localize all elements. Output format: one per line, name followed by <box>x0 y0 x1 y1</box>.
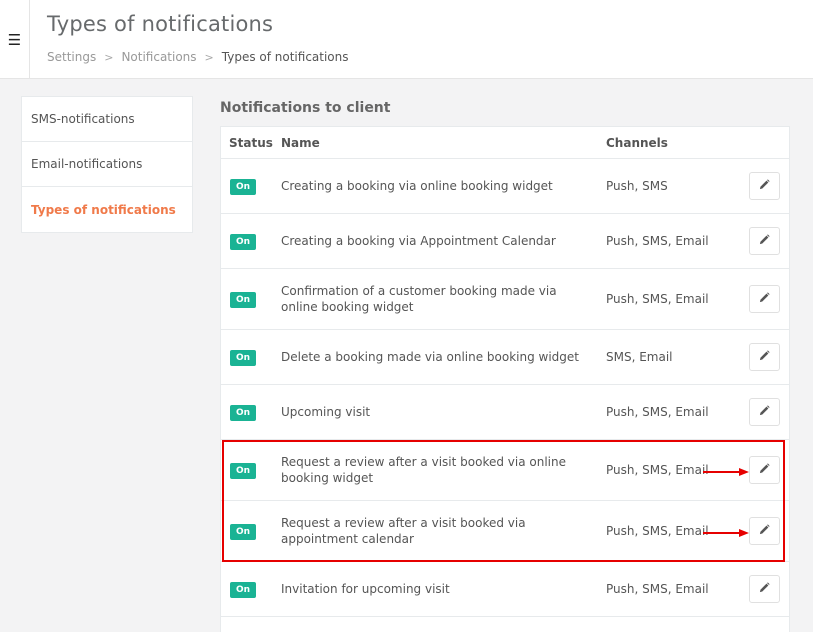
notification-name: Creating a booking via online booking wi… <box>281 179 553 193</box>
table-header: Status Name Channels <box>221 127 789 159</box>
pencil-icon <box>759 405 770 419</box>
column-header-channels: Channels <box>606 135 668 150</box>
notifications-table: Status Name Channels On Creating a bookin… <box>220 126 790 632</box>
settings-sidebar: SMS-notifications Email-notifications Ty… <box>21 96 193 233</box>
hamburger-icon[interactable]: ☰ <box>0 0 30 79</box>
top-bar: ☰ Types of notifications Settings > Noti… <box>0 0 813 79</box>
edit-button[interactable] <box>749 343 780 371</box>
edit-button[interactable] <box>749 575 780 603</box>
notification-name: Upcoming visit <box>281 405 371 419</box>
section-title: Notifications to client <box>220 100 391 116</box>
status-toggle[interactable]: On <box>230 404 257 421</box>
status-toggle[interactable]: On <box>230 581 257 598</box>
pencil-icon <box>759 524 770 538</box>
annotation-arrow <box>703 529 749 537</box>
edit-button[interactable] <box>749 227 780 255</box>
table-row: On Creating a booking via online booking … <box>221 159 789 214</box>
pencil-icon <box>759 292 770 306</box>
notification-channels: Push, SMS, Email <box>606 582 709 596</box>
notification-channels: SMS, Email <box>606 350 673 364</box>
pencil-icon <box>759 463 770 477</box>
notification-name: Request a review after a visit booked vi… <box>281 516 526 546</box>
table-row: On Creating a booking via Appointment Cal… <box>221 214 789 269</box>
annotation-arrow <box>703 468 749 476</box>
pencil-icon <box>759 179 770 193</box>
breadcrumb-separator: > <box>104 50 114 64</box>
notification-channels: Push, SMS <box>606 179 668 193</box>
status-toggle[interactable]: On <box>230 523 257 540</box>
page-title: Types of notifications <box>47 12 274 36</box>
notification-channels: Push, SMS, Email <box>606 234 709 248</box>
notification-name: Invitation for upcoming visit <box>281 582 450 596</box>
column-header-name: Name <box>281 135 320 150</box>
breadcrumb-notifications[interactable]: Notifications <box>121 50 196 64</box>
notification-name: Delete a booking made via online booking… <box>281 350 580 364</box>
breadcrumb-separator: > <box>204 50 214 64</box>
table-row: On Delete a booking made via online booki… <box>221 330 789 385</box>
breadcrumb-settings[interactable]: Settings <box>47 50 96 64</box>
edit-button[interactable] <box>749 456 780 484</box>
edit-button[interactable] <box>749 285 780 313</box>
edit-button[interactable] <box>749 517 780 545</box>
notification-channels: Push, SMS, Email <box>606 292 709 306</box>
breadcrumb-current: Types of notifications <box>221 50 349 64</box>
status-toggle[interactable]: On <box>230 178 257 195</box>
edit-button[interactable] <box>749 398 780 426</box>
column-header-status: Status <box>229 135 273 150</box>
edit-button[interactable] <box>749 172 780 200</box>
notification-name: Creating a booking via Appointment Calen… <box>281 234 556 248</box>
status-toggle[interactable]: On <box>230 462 257 479</box>
pencil-icon <box>759 234 770 248</box>
status-toggle[interactable]: On <box>230 349 257 366</box>
pencil-icon <box>759 582 770 596</box>
pencil-icon <box>759 350 770 364</box>
table-row: On Upcoming visit Push, SMS, Email <box>221 385 789 440</box>
notification-channels: Push, SMS, Email <box>606 405 709 419</box>
sidebar-item-types-of-notifications[interactable]: Types of notifications <box>22 187 192 232</box>
status-toggle[interactable]: On <box>230 233 257 250</box>
table-row: On Confirmation of a customer booking mad… <box>221 269 789 330</box>
table-row: On Invitation for upcoming visit Push, SMS… <box>221 562 789 617</box>
sidebar-item-email-notifications[interactable]: Email-notifications <box>22 142 192 187</box>
sidebar-item-sms-notifications[interactable]: SMS-notifications <box>22 97 192 142</box>
notification-name: Confirmation of a customer booking made … <box>281 284 557 314</box>
notification-name: Request a review after a visit booked vi… <box>281 455 566 485</box>
status-toggle[interactable]: On <box>230 291 257 308</box>
breadcrumb: Settings > Notifications > Types of noti… <box>47 50 349 64</box>
